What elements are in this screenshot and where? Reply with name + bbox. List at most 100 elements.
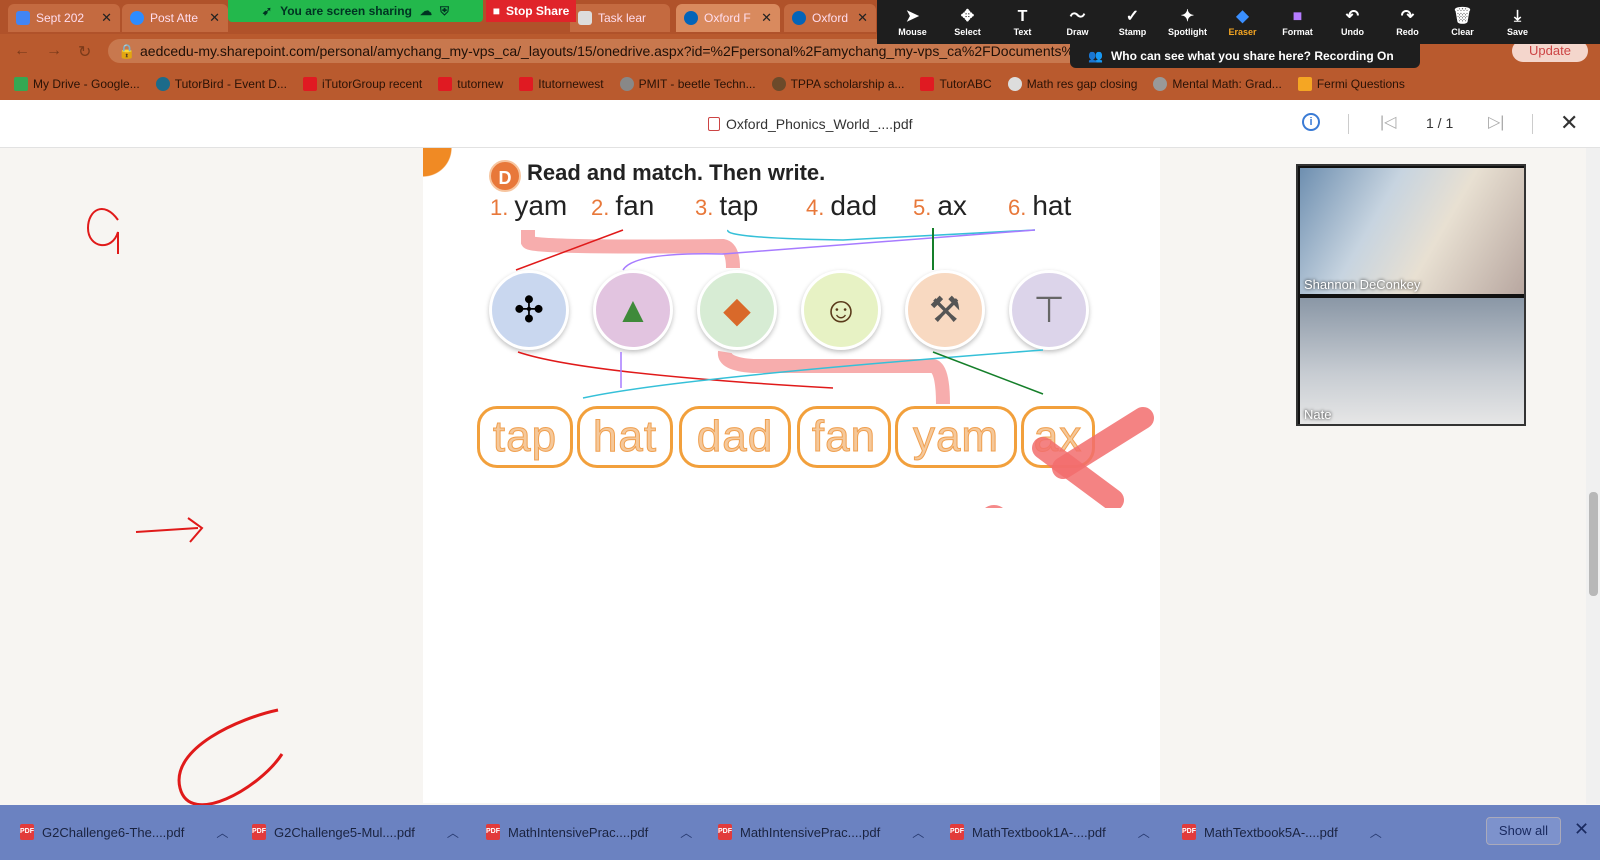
- globe-icon: [619, 77, 634, 91]
- download-filename: G2Challenge5-Mul....pdf: [274, 824, 415, 840]
- bookmark-label: My Drive - Google...: [33, 77, 140, 91]
- scrollbar-thumb[interactable]: [1589, 492, 1598, 596]
- undo-tool[interactable]: ↶ Undo: [1325, 7, 1380, 37]
- tutorbird-icon: [155, 77, 170, 91]
- bookmark[interactable]: Math res gap closing: [1007, 77, 1138, 91]
- bookmark[interactable]: TutorABC: [920, 77, 992, 91]
- bookmark[interactable]: My Drive - Google...: [14, 77, 140, 91]
- divider: [1532, 114, 1533, 134]
- pdf-viewer-header: Oxford_Phonics_World_....pdf i |◁ 1 / 1 …: [0, 100, 1600, 148]
- forward-icon[interactable]: →: [46, 42, 62, 60]
- bookmark-label: Math res gap closing: [1026, 77, 1138, 91]
- tab-title: Oxford F: [812, 11, 851, 25]
- tool-label: Spotlight: [1168, 27, 1207, 37]
- select-tool[interactable]: ✥ Select: [940, 7, 995, 37]
- close-tab-icon[interactable]: ✕: [761, 10, 772, 26]
- download-item[interactable]: PDF MathIntensivePrac....pdf ︿: [486, 819, 692, 845]
- chevron-up-icon[interactable]: ︿: [680, 824, 692, 841]
- tool-label: Text: [1013, 27, 1032, 37]
- download-item[interactable]: PDF MathTextbook5A-....pdf ︿: [1182, 819, 1382, 845]
- participant-video-tile[interactable]: Nate: [1300, 298, 1524, 424]
- spotlight-tool[interactable]: ✦ Spotlight: [1160, 7, 1215, 37]
- url-text: aedcedu-my.sharepoint.com/personal/amych…: [140, 43, 1091, 59]
- close-icon[interactable]: ✕: [1560, 110, 1578, 136]
- download-item[interactable]: PDF MathIntensivePrac....pdf ︿: [718, 819, 924, 845]
- stop-icon: ■: [492, 4, 500, 18]
- back-icon[interactable]: ←: [14, 42, 30, 60]
- save-tool[interactable]: ⤓ Save: [1490, 7, 1545, 37]
- close-icon[interactable]: ✕: [1574, 819, 1589, 840]
- stamp-tool[interactable]: ✓ Stamp: [1105, 7, 1160, 37]
- participant-video-tile[interactable]: Shannon DeConkey: [1300, 168, 1524, 294]
- bookmark[interactable]: Fermi Questions: [1297, 77, 1405, 91]
- draw-tool[interactable]: 〜 Draw: [1050, 7, 1105, 37]
- onedrive-icon: [792, 11, 806, 25]
- tab-title: Oxford F: [704, 11, 751, 25]
- tool-label: Undo: [1341, 27, 1364, 37]
- pdf-page: D Read and match. Then write. 1. yam 2. fa…: [423, 148, 1160, 803]
- bookmark[interactable]: Itutornewest: [519, 77, 604, 91]
- redo-tool[interactable]: ↷ Redo: [1380, 7, 1435, 37]
- first-page-icon[interactable]: |◁: [1380, 112, 1396, 132]
- bookmark[interactable]: Mental Math: Grad...: [1153, 77, 1282, 91]
- stop-share-button[interactable]: ■ Stop Share: [486, 0, 576, 22]
- pdf-icon: PDF: [486, 824, 500, 840]
- show-all-button[interactable]: Show all: [1486, 817, 1561, 845]
- chevron-up-icon[interactable]: ︿: [447, 824, 459, 841]
- highlight-stroke: [521, 230, 740, 269]
- download-item[interactable]: PDF G2Challenge6-The....pdf ︿: [20, 819, 228, 845]
- pdf-file-title: Oxford_Phonics_World_....pdf: [708, 116, 913, 132]
- annotation-dot: [985, 505, 1003, 508]
- chevron-up-icon[interactable]: ︿: [1138, 824, 1150, 841]
- download-filename: MathIntensivePrac....pdf: [508, 824, 649, 840]
- browser-tab[interactable]: Task lear: [570, 4, 670, 32]
- bookmark[interactable]: TPPA scholarship a...: [771, 77, 904, 91]
- chevron-up-icon[interactable]: ︿: [216, 824, 228, 841]
- mouse-tool[interactable]: ➤ Mouse: [885, 7, 940, 37]
- text-icon: T: [1017, 8, 1028, 25]
- bookmark[interactable]: PMIT - beetle Techn...: [619, 77, 756, 91]
- browser-tab-active[interactable]: Oxford F ✕: [676, 4, 780, 32]
- participant-name: Shannon DeConkey: [1304, 277, 1421, 292]
- pdf-icon: PDF: [252, 824, 266, 840]
- reload-icon[interactable]: ↻: [78, 42, 91, 62]
- bookmark-label: Fermi Questions: [1316, 77, 1405, 91]
- format-tool[interactable]: ■ Format: [1270, 7, 1325, 37]
- bookmark[interactable]: tutornew: [438, 77, 503, 91]
- info-icon[interactable]: i: [1302, 113, 1320, 131]
- chevron-up-icon[interactable]: ︿: [1370, 824, 1382, 841]
- tool-label: Stamp: [1118, 27, 1147, 37]
- text-tool[interactable]: T Text: [995, 7, 1050, 37]
- tool-label: Clear: [1451, 27, 1474, 37]
- sharing-text: You are screen sharing: [280, 4, 412, 18]
- zoom-icon: [130, 11, 144, 25]
- browser-tab[interactable]: Post Atte ✕: [122, 4, 228, 32]
- cursor-icon: ➤: [905, 8, 920, 25]
- scholarship-icon: [771, 77, 786, 91]
- globe-icon: [1007, 77, 1022, 91]
- who-can-see-banner[interactable]: 👥 Who can see what you share here? Recor…: [1070, 44, 1420, 68]
- vertical-scrollbar[interactable]: [1586, 148, 1600, 804]
- browser-tab[interactable]: Sept 202 ✕: [8, 4, 120, 32]
- bookmark[interactable]: iTutorGroup recent: [302, 77, 422, 91]
- tool-label: Format: [1282, 27, 1313, 37]
- screen-sharing-banner[interactable]: ➹ You are screen sharing ☁ ⛨: [228, 0, 483, 22]
- video-gallery[interactable]: Shannon DeConkey Nate: [1296, 164, 1526, 426]
- browser-tab[interactable]: Oxford F ✕: [784, 4, 876, 32]
- close-tab-icon[interactable]: ✕: [101, 10, 112, 26]
- last-page-icon[interactable]: ▷|: [1488, 112, 1504, 132]
- checkmark-icon: ✓: [1125, 8, 1140, 25]
- tab-title: Post Atte: [150, 11, 199, 25]
- eraser-tool[interactable]: ◆ Eraser: [1215, 7, 1270, 37]
- close-tab-icon[interactable]: ✕: [857, 10, 868, 26]
- drive-icon: [14, 77, 28, 91]
- arrow-icon: [135, 517, 204, 543]
- tool-label: Redo: [1396, 27, 1419, 37]
- download-item[interactable]: PDF MathTextbook1A-....pdf ︿: [950, 819, 1150, 845]
- chevron-up-icon[interactable]: ︿: [912, 824, 924, 841]
- stop-share-label: Stop Share: [505, 4, 570, 18]
- bookmark[interactable]: TutorBird - Event D...: [155, 77, 287, 91]
- clear-tool[interactable]: 🗑 Clear: [1435, 7, 1490, 37]
- download-item[interactable]: PDF G2Challenge5-Mul....pdf ︿: [252, 819, 459, 845]
- close-tab-icon[interactable]: ✕: [209, 10, 220, 26]
